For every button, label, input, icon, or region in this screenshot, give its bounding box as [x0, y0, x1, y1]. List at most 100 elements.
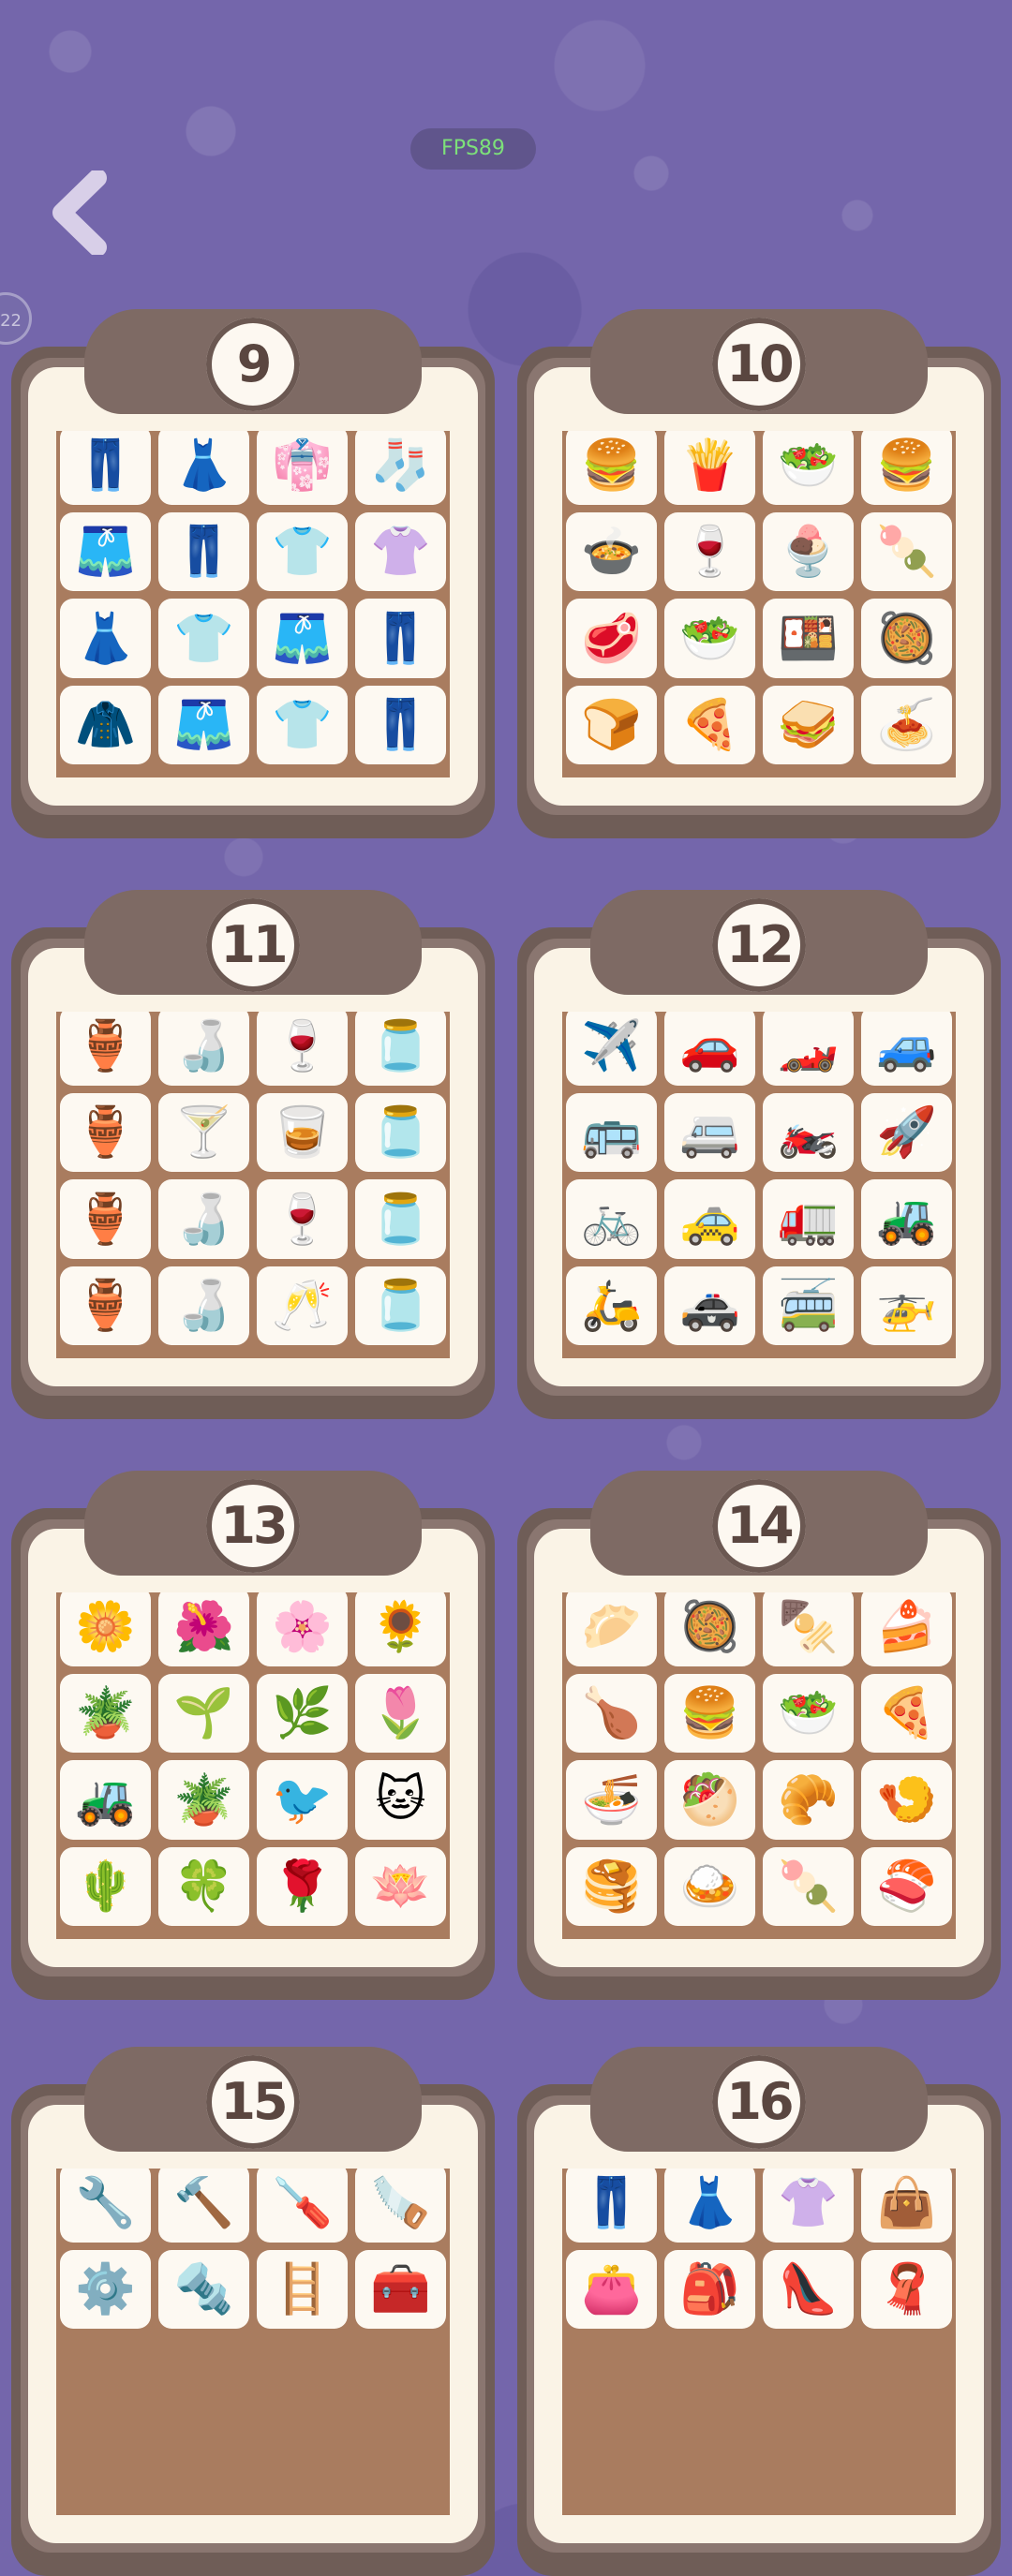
- dishes-sticker-icon: 🥟: [581, 1598, 642, 1655]
- sticker-tile: 🥩: [566, 599, 657, 678]
- vehicles-sticker-icon: 🏎️: [778, 1017, 839, 1074]
- sticker-tile: 🍷: [257, 1179, 348, 1259]
- sticker-tile: 🏺: [60, 1092, 151, 1172]
- level-art: ✈️ 🚗 🏎️ 🚙 🚌 🚐 🏍️ 🚀 🚲 🚕 🚛 🚜 🛵 🚓 🚎 🚁: [562, 1012, 956, 1358]
- sticker-tile: 🚗: [664, 1012, 755, 1086]
- sticker-tile: 🧣: [861, 2249, 952, 2329]
- sticker-tile: ✈️: [566, 1012, 657, 1086]
- sticker-tile: 👚: [355, 511, 446, 591]
- sticker-tile: 🚀: [861, 1092, 952, 1172]
- sticker-tile: 🛵: [566, 1266, 657, 1345]
- sticker-tile: 🍱: [763, 599, 854, 678]
- dishes-sticker-icon: 🥘: [679, 1598, 740, 1655]
- sticker-tile: 🍢: [763, 1592, 854, 1666]
- sticker-tile: 🍶: [158, 1266, 249, 1345]
- plants-sticker-icon: 🌱: [173, 1685, 234, 1742]
- chevron-left-icon: [52, 169, 107, 257]
- back-button[interactable]: [49, 169, 114, 257]
- sticker-tile: 🚕: [664, 1179, 755, 1259]
- sticker-tile: 🍷: [257, 1012, 348, 1086]
- sticker-tile: 🏍️: [763, 1092, 854, 1172]
- sticker-tile: 🏎️: [763, 1012, 854, 1086]
- sticker-tile: 👕: [257, 685, 348, 764]
- clothing-sticker-icon: 👚: [370, 524, 431, 581]
- sticker-tile: 🚛: [763, 1179, 854, 1259]
- vehicles-sticker-icon: 🚎: [778, 1278, 839, 1335]
- sticker-tile: 🍞: [566, 685, 657, 764]
- vehicles-sticker-icon: 🛵: [581, 1278, 642, 1335]
- sticker-tile: 🥘: [861, 599, 952, 678]
- dishes-sticker-icon: 🍛: [679, 1858, 740, 1916]
- sticker-tile: 🍕: [664, 685, 755, 764]
- level-number: 9: [206, 318, 300, 411]
- sticker-tile: 🏺: [60, 1266, 151, 1345]
- sticker-tile: 🚁: [861, 1266, 952, 1345]
- level-card-12[interactable]: ✈️ 🚗 🏎️ 🚙 🚌 🚐 🏍️ 🚀 🚲 🚕 🚛 🚜 🛵 🚓 🚎 🚁 12: [517, 890, 1001, 1419]
- sticker-tile: 🚓: [664, 1266, 755, 1345]
- sticker-tile: 🩳: [158, 685, 249, 764]
- sticker-tile: 🍔: [664, 1673, 755, 1753]
- sticker-tile: 🌸: [257, 1592, 348, 1666]
- sticker-tile: 🪚: [355, 2169, 446, 2243]
- food-sticker-icon: 🥗: [778, 437, 839, 494]
- vehicles-sticker-icon: 🚀: [876, 1104, 937, 1162]
- clothing-sticker-icon: 🩳: [75, 524, 136, 581]
- level-card-15[interactable]: 🔧 🔨 🪛 🪚 ⚙️ 🔩 🪜 🧰 15: [11, 2047, 495, 2576]
- sticker-tile: 🌱: [158, 1673, 249, 1753]
- sticker-tile: 🌹: [257, 1846, 348, 1926]
- tools-sticker-icon: 🪚: [370, 2174, 431, 2231]
- glassware-sticker-icon: 🫙: [370, 1191, 431, 1248]
- dishes-sticker-icon: 🍜: [581, 1771, 642, 1828]
- clothing-sticker-icon: 🩳: [272, 610, 333, 667]
- dishes-sticker-icon: 🥙: [679, 1771, 740, 1828]
- vehicles-sticker-icon: 🚛: [778, 1191, 839, 1248]
- sticker-tile: 🥐: [763, 1760, 854, 1840]
- level-card-10[interactable]: 🍔 🍟 🥗 🍔 🍲 🍷 🍨 🍡 🥩 🥗 🍱 🥘 🍞 🍕 🥪 🍝 10: [517, 309, 1001, 838]
- sticker-tile: 👛: [566, 2249, 657, 2329]
- sticker-tile: 🍀: [158, 1846, 249, 1926]
- sticker-tile: 🥙: [664, 1760, 755, 1840]
- glassware-sticker-icon: 🫙: [370, 1104, 431, 1162]
- glassware-sticker-icon: 🥃: [272, 1104, 333, 1162]
- dishes-sticker-icon: 🍤: [876, 1771, 937, 1828]
- sticker-tile: 👗: [60, 599, 151, 678]
- tools-sticker-icon: 🔩: [173, 2261, 234, 2318]
- sticker-tile: 🥞: [566, 1846, 657, 1926]
- food-sticker-icon: 🍔: [581, 437, 642, 494]
- sticker-tile: 🫙: [355, 1266, 446, 1345]
- dishes-sticker-icon: 🥐: [778, 1771, 839, 1828]
- level-art: 🥟 🥘 🍢 🍰 🍗 🍔 🥗 🍕 🍜 🥙 🥐 🍤 🥞 🍛 🍡 🍣: [562, 1592, 956, 1939]
- level-card-14[interactable]: 🥟 🥘 🍢 🍰 🍗 🍔 🥗 🍕 🍜 🥙 🥐 🍤 🥞 🍛 🍡 🍣 14: [517, 1471, 1001, 2000]
- level-card-16[interactable]: 👖 👗 👚 👜 👛 🎒 👠 🧣 16: [517, 2047, 1001, 2576]
- sticker-tile: 🚎: [763, 1266, 854, 1345]
- clothing-sticker-icon: 👕: [173, 610, 234, 667]
- sticker-tile: 🔩: [158, 2249, 249, 2329]
- sticker-tile: 🥘: [664, 1592, 755, 1666]
- level-art: 🔧 🔨 🪛 🪚 ⚙️ 🔩 🪜 🧰: [56, 2169, 450, 2515]
- glassware-sticker-icon: 🥂: [272, 1278, 333, 1335]
- level-card-9[interactable]: 👖 👗 👘 🧦 🩳 👖 👕 👚 👗 👕 🩳 👖 🧥 🩳 👕 👖 9: [11, 309, 495, 838]
- level-card-11[interactable]: 🏺 🍶 🍷 🫙 🏺 🍸 🥃 🫙 🏺 🍶 🍷 🫙 🏺 🍶 🥂 🫙 11: [11, 890, 495, 1419]
- sticker-tile: 🍤: [861, 1760, 952, 1840]
- food-sticker-icon: 🍝: [876, 697, 937, 754]
- sticker-tile: 🍜: [566, 1760, 657, 1840]
- glassware-sticker-icon: 🫙: [370, 1278, 431, 1335]
- sticker-tile: 🥃: [257, 1092, 348, 1172]
- sticker-tile: 🥗: [763, 431, 854, 505]
- vehicles-sticker-icon: 🚗: [679, 1017, 740, 1074]
- fashion-sticker-icon: 🎒: [679, 2261, 740, 2318]
- level-number: 14: [712, 1479, 806, 1573]
- sticker-tile: 👠: [763, 2249, 854, 2329]
- level-number: 10: [712, 318, 806, 411]
- vehicles-sticker-icon: 🏍️: [778, 1104, 839, 1162]
- level-art: 👖 👗 👘 🧦 🩳 👖 👕 👚 👗 👕 🩳 👖 🧥 🩳 👕 👖: [56, 431, 450, 777]
- clothing-sticker-icon: 👕: [272, 524, 333, 581]
- plants-sticker-icon: 🪷: [370, 1858, 431, 1916]
- level-card-13[interactable]: 🌼 🌺 🌸 🌻 🪴 🌱 🌿 🌷 🚜 🪴 🐦 🐱 🌵 🍀 🌹 🪷 13: [11, 1471, 495, 2000]
- sticker-tile: 🪜: [257, 2249, 348, 2329]
- glassware-sticker-icon: 🍶: [173, 1017, 234, 1074]
- tools-sticker-icon: 🧰: [370, 2261, 431, 2318]
- fashion-sticker-icon: 👠: [778, 2261, 839, 2318]
- fashion-sticker-icon: 👜: [876, 2174, 937, 2231]
- sticker-tile: 🌿: [257, 1673, 348, 1753]
